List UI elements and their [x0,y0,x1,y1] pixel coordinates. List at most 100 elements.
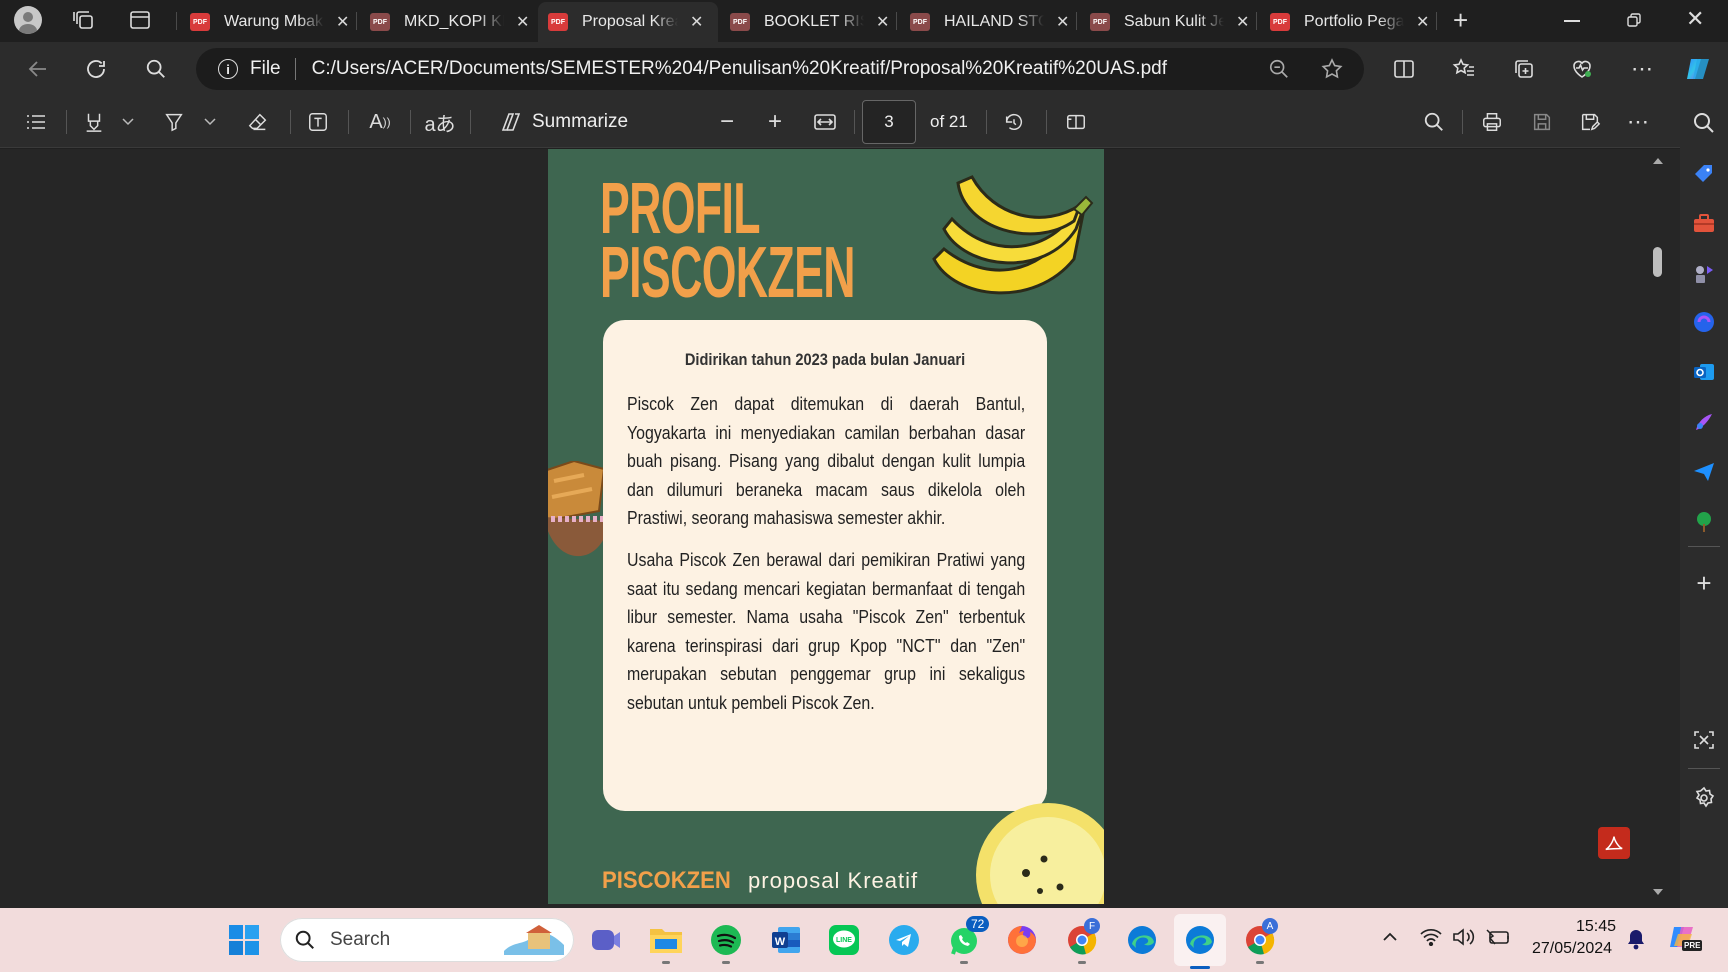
close-icon[interactable]: ✕ [876,12,889,32]
chrome-profile-f-icon[interactable]: F [1064,918,1100,958]
back-arrow-icon[interactable] [22,53,54,85]
screenshot-icon[interactable] [1692,728,1716,752]
favorite-star-icon[interactable] [1320,57,1344,81]
chrome-profile-a-icon[interactable]: A [1242,918,1278,958]
telegram-send-icon[interactable] [1692,460,1716,484]
collections-icon[interactable] [1508,53,1540,85]
read-aloud-icon[interactable]: A)) [366,106,394,138]
address-bar[interactable]: i File C:/Users/ACER/Documents/SEMESTER%… [196,48,1364,90]
table-of-contents-icon[interactable] [22,106,50,138]
scroll-down-icon[interactable] [1650,884,1666,900]
search-icon[interactable] [1692,111,1716,135]
print-icon[interactable] [1478,106,1506,138]
file-explorer-icon[interactable] [648,922,684,958]
favorites-icon[interactable] [1448,53,1480,85]
tab-portfolio[interactable]: PDF Portfolio Pegawai ✕ [1260,4,1439,40]
wifi-icon[interactable] [1420,928,1442,946]
games-icon[interactable] [1692,262,1716,286]
zoom-out-button[interactable]: − [714,106,740,138]
minimize-icon[interactable] [1564,20,1580,22]
edge-icon[interactable] [1124,922,1160,958]
volume-icon[interactable] [1452,928,1476,946]
eraser-icon[interactable] [244,106,272,138]
acrobat-button[interactable] [1598,827,1630,859]
split-screen-icon[interactable] [1388,53,1420,85]
firefox-icon[interactable] [1004,922,1040,958]
save-as-icon[interactable] [1576,106,1604,138]
tab-hailand-store[interactable]: PDF HAILAND STORE ✕ [900,4,1079,40]
search-icon[interactable] [140,53,172,85]
close-icon[interactable]: ✕ [336,12,349,32]
url-text[interactable]: C:/Users/ACER/Documents/SEMESTER%204/Pen… [312,58,1167,80]
close-icon[interactable]: ✕ [516,12,529,32]
page-view-icon[interactable] [1062,106,1090,138]
browser-essentials-icon[interactable] [1566,53,1598,85]
clock-time[interactable]: 15:45 [1576,918,1616,936]
tab-mkd-kopi[interactable]: PDF MKD_KOPI KE ✕ [360,4,539,40]
profile-badge: A [1262,918,1278,934]
page-number-input[interactable]: 3 [862,100,916,144]
pdf-viewer[interactable]: PROFIL PISCOKZEN Didirikan tahun 2023 pa… [0,149,1680,908]
whatsapp-icon[interactable]: 72 [946,916,990,958]
new-tab-plus-icon[interactable]: + [1453,7,1468,33]
refresh-icon[interactable] [80,53,112,85]
summarize-label: Summarize [532,111,629,132]
add-sidebar-app-icon[interactable]: + [1692,570,1716,596]
tab-proposal-kreatif[interactable]: PDF Proposal Kreatif ✕ [538,2,718,42]
more-pdf-options-icon[interactable]: ⋯ [1624,106,1652,138]
show-hidden-icons-chevron[interactable] [1382,932,1398,942]
clock-date[interactable]: 27/05/2024 [1532,940,1612,958]
close-icon[interactable]: ✕ [690,12,703,32]
paragraph-2: Usaha Piscok Zen berawal dari pemikiran … [627,549,1026,713]
save-icon[interactable] [1528,106,1556,138]
tab-booklet-riset[interactable]: PDF BOOKLET RISET ✕ [720,4,899,40]
translate-icon[interactable]: aあ [424,106,456,138]
close-icon[interactable]: ✕ [1236,12,1249,32]
telegram-icon[interactable] [886,922,922,958]
designer-icon[interactable] [1692,410,1716,434]
outlook-icon[interactable] [1692,360,1716,384]
zoom-in-button[interactable]: + [762,106,788,138]
close-icon[interactable]: ✕ [1056,12,1069,32]
spotify-icon[interactable] [708,922,744,958]
battery-charging-icon[interactable] [1486,928,1512,946]
profile-avatar[interactable] [14,6,42,34]
word-icon[interactable]: W [768,922,804,958]
text-box-icon[interactable] [304,106,332,138]
summarize-button[interactable]: Summarize [496,106,628,138]
tab-sabun-kulit[interactable]: PDF Sabun Kulit Jeruk ✕ [1080,4,1259,40]
settings-gear-icon[interactable] [1692,786,1716,810]
restore-icon[interactable] [1626,12,1642,28]
zoom-out-icon[interactable] [1268,58,1290,80]
copilot-sidebar-icon[interactable] [1692,310,1716,334]
highlight-icon[interactable] [80,106,108,138]
rotate-icon[interactable] [1000,106,1028,138]
tab-warung[interactable]: PDF Warung Mbak ✕ [180,4,359,40]
tree-icon[interactable] [1692,510,1716,534]
close-window-icon[interactable]: ✕ [1686,6,1704,32]
taskbar-search-box[interactable]: Search [280,918,574,962]
tools-briefcase-icon[interactable] [1692,212,1716,236]
line-icon[interactable]: LINE [826,922,862,958]
find-icon[interactable] [1420,106,1448,138]
shopping-tag-icon[interactable] [1692,162,1716,186]
windows-start-icon[interactable] [226,922,262,958]
close-icon[interactable]: ✕ [1416,12,1429,32]
copilot-taskbar-icon[interactable]: PRE [1668,924,1703,952]
teams-meet-icon[interactable] [588,922,624,958]
tab-title: BOOKLET RISET [764,13,864,30]
notification-bell-icon[interactable] [1626,928,1646,950]
scroll-up-icon[interactable] [1650,153,1666,169]
chevron-down-icon[interactable] [202,106,218,138]
fit-to-width-icon[interactable] [810,106,840,138]
scrollbar-thumb[interactable] [1653,247,1662,277]
vertical-scrollbar[interactable] [1650,149,1666,908]
chevron-down-icon[interactable] [120,106,136,138]
info-icon[interactable]: i [218,59,238,79]
tab-actions-icon[interactable] [128,8,152,32]
workspaces-icon[interactable] [72,8,96,32]
edge-active-icon[interactable] [1182,922,1218,958]
draw-icon[interactable] [160,106,188,138]
copilot-icon[interactable] [1682,53,1714,85]
more-options-icon[interactable]: ⋯ [1626,53,1658,85]
